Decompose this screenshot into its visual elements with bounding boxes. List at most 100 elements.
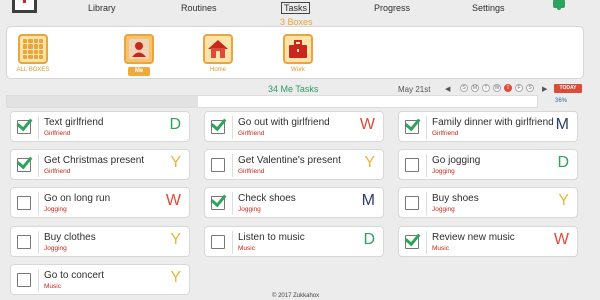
category-all-boxes[interactable]: [18, 34, 48, 64]
card-divider: [426, 231, 427, 254]
nav-progress[interactable]: Progress: [374, 3, 410, 13]
task-name: Go on long run: [44, 193, 111, 204]
task-name: Text girlfriend: [44, 117, 104, 128]
task-name: Buy clothes: [44, 232, 96, 243]
card-divider: [232, 231, 233, 254]
task-category: Jogging: [432, 206, 455, 213]
task-category: Jogging: [44, 206, 67, 213]
category-work[interactable]: [283, 34, 313, 64]
task-frequency-letter: D: [169, 116, 181, 133]
category-me[interactable]: [124, 34, 154, 64]
today-button[interactable]: TODAY: [554, 84, 582, 93]
card-divider: [38, 154, 39, 177]
task-name: Get Christmas present: [44, 155, 145, 166]
day-2[interactable]: T: [482, 84, 490, 92]
task-category: Jogging: [238, 206, 261, 213]
category-label-all-boxes: ALL BOXES: [16, 67, 50, 73]
task-checkbox[interactable]: [16, 152, 33, 172]
task-category: Music: [44, 283, 61, 290]
task-card[interactable]: Go out with girlfriend Girlfriend W: [204, 111, 384, 142]
task-checkbox[interactable]: [405, 158, 419, 172]
category-panel: ALL BOXES Me Home Work: [6, 26, 584, 79]
card-divider: [426, 116, 427, 139]
task-card[interactable]: Review new music Music W: [398, 226, 578, 257]
task-name: Check shoes: [238, 193, 296, 204]
person-icon: [129, 39, 149, 59]
task-card[interactable]: Get Christmas present Girlfriend Y: [10, 149, 190, 180]
task-card[interactable]: Check shoes Jogging M: [204, 187, 384, 218]
task-checkbox[interactable]: [210, 114, 227, 134]
task-card[interactable]: Go jogging Jogging D: [398, 149, 578, 180]
task-checkbox[interactable]: [405, 196, 419, 210]
day-3[interactable]: W: [493, 84, 501, 92]
task-name: Go jogging: [432, 155, 481, 166]
day-6[interactable]: S: [526, 84, 534, 92]
card-divider: [426, 192, 427, 215]
card-divider: [38, 269, 39, 292]
task-frequency-letter: Y: [558, 192, 569, 209]
checkmark-icon: [404, 114, 421, 132]
task-category: Jogging: [432, 168, 455, 175]
task-checkbox[interactable]: [404, 114, 421, 134]
task-frequency-letter: M: [555, 116, 569, 133]
task-frequency-letter: Y: [170, 269, 181, 286]
task-card[interactable]: Listen to music Music D: [204, 226, 384, 257]
task-frequency-letter: M: [361, 192, 375, 209]
prev-day-icon[interactable]: ◀: [445, 85, 450, 93]
task-checkbox[interactable]: [210, 190, 227, 210]
day-0[interactable]: S: [460, 84, 468, 92]
day-4[interactable]: T: [504, 84, 512, 92]
app-logo[interactable]: [12, 0, 37, 13]
checkmark-icon: [404, 229, 421, 247]
checkmark-icon: [210, 190, 227, 208]
day-5[interactable]: F: [515, 84, 523, 92]
task-checkbox[interactable]: [211, 235, 225, 249]
progress-bar: [6, 95, 538, 108]
card-divider: [38, 116, 39, 139]
task-card[interactable]: Go on long run Jogging W: [10, 187, 190, 218]
task-name: Go out with girlfriend: [238, 117, 330, 128]
task-frequency-letter: Y: [170, 154, 181, 171]
next-day-icon[interactable]: ▶: [542, 85, 547, 93]
card-divider: [232, 116, 233, 139]
house-icon: [208, 40, 228, 58]
task-frequency-letter: D: [363, 231, 375, 248]
task-card[interactable]: Buy shoes Jogging Y: [398, 187, 578, 218]
task-card[interactable]: Text girlfriend Girlfriend D: [10, 111, 190, 142]
task-checkbox[interactable]: [17, 273, 31, 287]
nav-tasks[interactable]: Tasks: [281, 2, 311, 14]
task-checkbox[interactable]: [17, 196, 31, 210]
bell-icon[interactable]: [553, 0, 565, 10]
task-checkbox[interactable]: [404, 229, 421, 249]
task-checkbox[interactable]: [17, 235, 31, 249]
task-category: Girlfriend: [44, 168, 71, 175]
checkmark-icon: [16, 114, 33, 132]
task-card[interactable]: Get Valentine's present Girlfriend Y: [204, 149, 384, 180]
task-name: Listen to music: [238, 232, 305, 243]
category-label-me[interactable]: Me: [128, 67, 150, 76]
task-category: Girlfriend: [44, 130, 71, 137]
grid-icon: [23, 39, 43, 59]
task-name: Review new music: [432, 232, 515, 243]
task-frequency-letter: W: [553, 231, 569, 248]
task-checkbox[interactable]: [211, 158, 225, 172]
checkmark-icon: [210, 114, 227, 132]
task-name: Get Valentine's present: [238, 155, 341, 166]
tasks-count-title: 34 Me Tasks: [268, 84, 319, 94]
day-1[interactable]: M: [471, 84, 479, 92]
task-card[interactable]: Buy clothes Jogging Y: [10, 226, 190, 257]
task-name: Buy shoes: [432, 193, 479, 204]
nav-library[interactable]: Library: [88, 3, 116, 13]
task-card[interactable]: Go to concert Music Y: [10, 264, 190, 295]
task-name: Go to concert: [44, 270, 105, 281]
task-checkbox[interactable]: [16, 114, 33, 134]
task-name: Family dinner with girlfriend: [432, 117, 554, 128]
card-divider: [38, 231, 39, 254]
task-card[interactable]: Family dinner with girlfriend Girlfriend M: [398, 111, 578, 142]
nav-settings[interactable]: Settings: [472, 3, 505, 13]
card-divider: [38, 192, 39, 215]
current-date: May 21st: [398, 85, 431, 94]
task-category: Jogging: [44, 245, 67, 252]
category-home[interactable]: [203, 34, 233, 64]
nav-routines[interactable]: Routines: [181, 3, 217, 13]
